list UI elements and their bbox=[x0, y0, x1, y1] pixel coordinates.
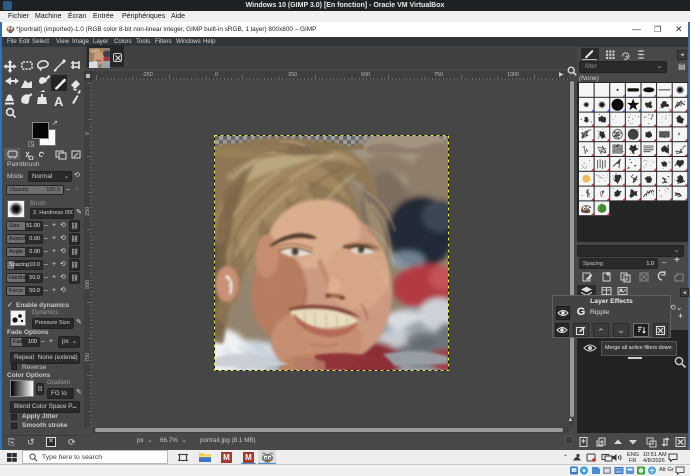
svg-text:A: A bbox=[54, 94, 64, 109]
